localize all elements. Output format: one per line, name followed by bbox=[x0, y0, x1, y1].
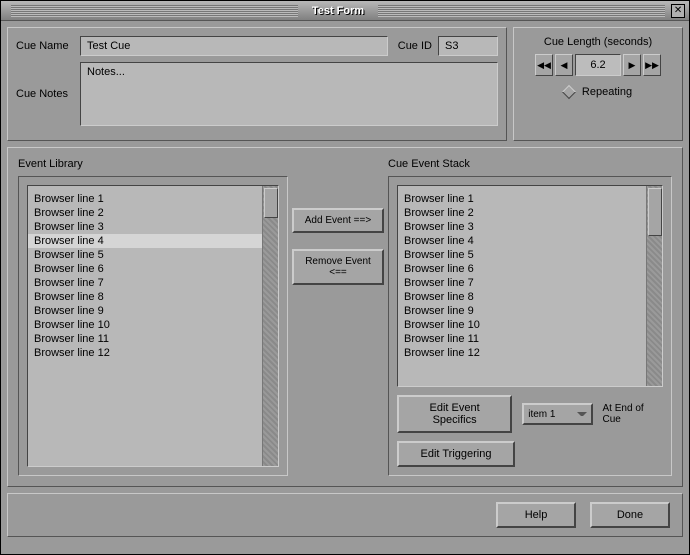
cue-name-label: Cue Name bbox=[16, 40, 74, 52]
list-item[interactable]: Browser line 1 bbox=[398, 192, 646, 206]
list-item[interactable]: Browser line 6 bbox=[398, 262, 646, 276]
end-of-cue-dropdown[interactable]: item 1 bbox=[522, 403, 592, 425]
list-item[interactable]: Browser line 11 bbox=[28, 332, 262, 346]
cue-id-label: Cue ID bbox=[394, 40, 432, 52]
done-button[interactable]: Done bbox=[590, 502, 670, 528]
stack-scroll-thumb[interactable] bbox=[648, 188, 662, 236]
event-library-list[interactable]: Browser line 1Browser line 2Browser line… bbox=[27, 185, 279, 467]
list-item[interactable]: Browser line 10 bbox=[398, 318, 646, 332]
dropdown-value: item 1 bbox=[528, 409, 555, 420]
list-item[interactable]: Browser line 12 bbox=[398, 346, 646, 360]
list-item[interactable]: Browser line 8 bbox=[28, 290, 262, 304]
transfer-buttons-column: Add Event ==> Remove Event <== bbox=[288, 158, 388, 476]
cue-notes-label: Cue Notes bbox=[16, 88, 74, 100]
list-item[interactable]: Browser line 3 bbox=[398, 220, 646, 234]
end-of-cue-label: At End of Cue bbox=[603, 403, 664, 425]
cue-length-panel: Cue Length (seconds) ◀◀ ◀ 6.2 ▶ ▶▶ Repea… bbox=[513, 27, 683, 141]
list-item[interactable]: Browser line 9 bbox=[28, 304, 262, 318]
title-stripe-left bbox=[11, 5, 298, 17]
edit-triggering-button[interactable]: Edit Triggering bbox=[397, 441, 515, 467]
list-item[interactable]: Browser line 4 bbox=[398, 234, 646, 248]
cue-info-panel: Cue Name Test Cue Cue ID S3 Cue Notes No… bbox=[7, 27, 507, 141]
library-scrollbar[interactable] bbox=[262, 186, 278, 466]
repeating-toggle-icon[interactable] bbox=[562, 85, 576, 99]
list-item[interactable]: Browser line 11 bbox=[398, 332, 646, 346]
list-item[interactable]: Browser line 5 bbox=[28, 248, 262, 262]
event-library-label: Event Library bbox=[18, 158, 288, 170]
list-item[interactable]: Browser line 1 bbox=[28, 192, 262, 206]
rewind-fast-icon[interactable]: ◀◀ bbox=[535, 54, 553, 76]
add-event-button[interactable]: Add Event ==> bbox=[292, 208, 384, 233]
cue-length-value[interactable]: 6.2 bbox=[575, 54, 621, 76]
close-icon[interactable]: ✕ bbox=[671, 4, 685, 18]
list-item[interactable]: Browser line 2 bbox=[28, 206, 262, 220]
window: Test Form ✕ Cue Name Test Cue Cue ID S3 … bbox=[0, 0, 690, 555]
list-item[interactable]: Browser line 10 bbox=[28, 318, 262, 332]
list-item[interactable]: Browser line 6 bbox=[28, 262, 262, 276]
list-item[interactable]: Browser line 2 bbox=[398, 206, 646, 220]
window-title: Test Form bbox=[304, 5, 372, 17]
cue-id-input[interactable]: S3 bbox=[438, 36, 498, 56]
cue-length-label: Cue Length (seconds) bbox=[522, 36, 674, 48]
content: Cue Name Test Cue Cue ID S3 Cue Notes No… bbox=[1, 21, 689, 554]
title-stripe-right bbox=[378, 5, 665, 17]
cue-event-stack-list[interactable]: Browser line 1Browser line 2Browser line… bbox=[397, 185, 663, 387]
help-button[interactable]: Help bbox=[496, 502, 576, 528]
repeating-label: Repeating bbox=[582, 86, 632, 98]
list-item[interactable]: Browser line 8 bbox=[398, 290, 646, 304]
event-library-column: Event Library Browser line 1Browser line… bbox=[18, 158, 288, 476]
list-item[interactable]: Browser line 9 bbox=[398, 304, 646, 318]
stack-scrollbar[interactable] bbox=[646, 186, 662, 386]
rewind-icon[interactable]: ◀ bbox=[555, 54, 573, 76]
remove-event-button[interactable]: Remove Event <== bbox=[292, 249, 384, 285]
list-item[interactable]: Browser line 5 bbox=[398, 248, 646, 262]
chevron-down-icon bbox=[577, 412, 587, 416]
list-item[interactable]: Browser line 4 bbox=[28, 234, 262, 248]
list-item[interactable]: Browser line 12 bbox=[28, 346, 262, 360]
list-item[interactable]: Browser line 7 bbox=[398, 276, 646, 290]
forward-icon[interactable]: ▶ bbox=[623, 54, 641, 76]
cue-name-input[interactable]: Test Cue bbox=[80, 36, 388, 56]
cue-notes-input[interactable]: Notes... bbox=[80, 62, 498, 126]
titlebar: Test Form ✕ bbox=[1, 1, 689, 21]
cue-event-stack-column: Cue Event Stack Browser line 1Browser li… bbox=[388, 158, 672, 476]
cue-length-spinner: ◀◀ ◀ 6.2 ▶ ▶▶ bbox=[522, 54, 674, 76]
list-item[interactable]: Browser line 7 bbox=[28, 276, 262, 290]
mid-panel: Event Library Browser line 1Browser line… bbox=[7, 147, 683, 487]
library-scroll-thumb[interactable] bbox=[264, 188, 278, 218]
forward-fast-icon[interactable]: ▶▶ bbox=[643, 54, 661, 76]
top-strip: Cue Name Test Cue Cue ID S3 Cue Notes No… bbox=[7, 27, 683, 141]
list-item[interactable]: Browser line 3 bbox=[28, 220, 262, 234]
edit-event-specifics-button[interactable]: Edit Event Specifics bbox=[397, 395, 512, 433]
cue-event-stack-label: Cue Event Stack bbox=[388, 158, 672, 170]
footer-panel: Help Done bbox=[7, 493, 683, 537]
